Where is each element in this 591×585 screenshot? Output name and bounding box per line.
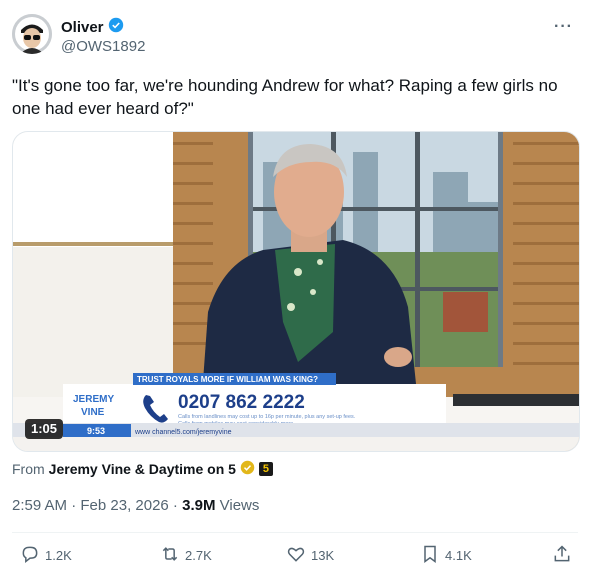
source-name[interactable]: Jeremy Vine & Daytime on 5 (49, 461, 236, 477)
views-label: Views (215, 497, 260, 514)
source-line: From Jeremy Vine & Daytime on 5 5 (12, 460, 273, 478)
repost-count: 2.7K (185, 548, 212, 563)
avatar[interactable] (12, 14, 52, 54)
bookmark-button[interactable]: 4.1K (420, 544, 472, 567)
verified-badge-icon (108, 17, 124, 38)
logo-bottom: VINE (81, 407, 105, 418)
tweet-card: Oliver @OWS1892 ··· "It's gone too far, … (0, 0, 591, 585)
action-bar: 1.2K 2.7K 13K 4.1K (12, 544, 578, 570)
video-frame: TRUST ROYALS MORE IF WILLIAM WAS KING? J… (13, 132, 579, 451)
banner-title: TRUST ROYALS MORE IF WILLIAM WAS KING? (137, 375, 318, 384)
website: www channel5.com/jeremyvine (134, 429, 232, 436)
share-button[interactable] (552, 544, 572, 567)
bookmark-count: 4.1K (445, 548, 472, 563)
like-button[interactable]: 13K (286, 544, 334, 567)
fine-print-1: Calls from landlines may cost up to 16p … (178, 414, 356, 420)
gold-verified-icon (240, 460, 255, 478)
author-name[interactable]: Oliver (61, 19, 104, 36)
divider (12, 532, 578, 533)
repost-icon (160, 544, 180, 567)
share-icon (552, 544, 572, 567)
logo-top: JEREMY (73, 394, 114, 405)
video-clock: 9:53 (87, 426, 105, 436)
reply-button[interactable]: 1.2K (20, 544, 72, 567)
author-handle[interactable]: @OWS1892 (61, 38, 145, 55)
tweet-text: "It's gone too far, we're hounding Andre… (12, 76, 558, 118)
reply-count: 1.2K (45, 548, 72, 563)
video-duration: 1:05 (31, 421, 57, 436)
reply-icon (20, 544, 40, 567)
timestamp[interactable]: 2:59 AM · Feb 23, 2026 · (12, 497, 182, 514)
channel-badge: 5 (258, 462, 273, 476)
phone-number: 0207 862 2222 (178, 392, 305, 413)
bookmark-icon (420, 544, 440, 567)
like-count: 13K (311, 548, 335, 563)
views-count: 3.9M (182, 497, 216, 514)
repost-button[interactable]: 2.7K (160, 544, 212, 567)
more-options-icon[interactable]: ··· (554, 18, 573, 36)
tweet-meta: 2:59 AM · Feb 23, 2026 · 3.9M Views (12, 497, 259, 514)
source-prefix: From (12, 461, 45, 477)
video-player[interactable]: TRUST ROYALS MORE IF WILLIAM WAS KING? J… (12, 131, 580, 452)
heart-icon (286, 544, 306, 567)
